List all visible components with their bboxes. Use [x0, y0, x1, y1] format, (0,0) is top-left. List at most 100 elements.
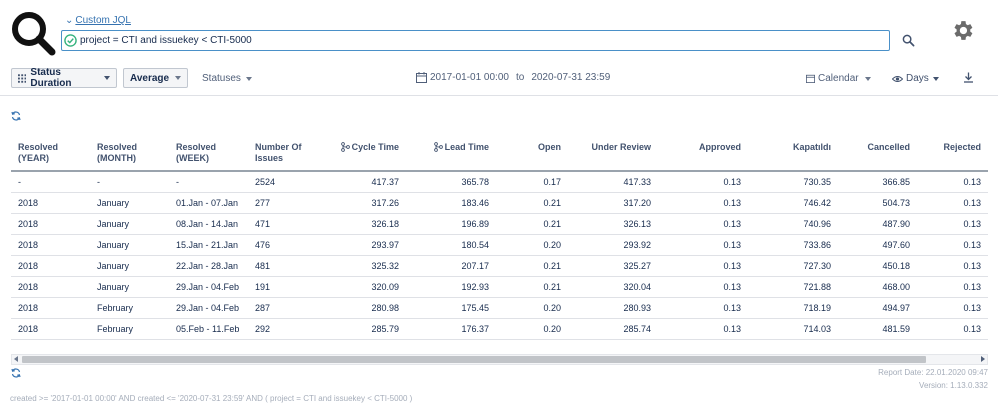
caret-down-icon [175, 76, 182, 80]
header-number-of-issues[interactable]: Number Of Issues [248, 133, 316, 172]
table-cell: 280.98 [316, 297, 406, 319]
table-cell: 08.Jan - 14.Jan [169, 213, 248, 235]
table-cell: 175.45 [406, 297, 496, 319]
table-cell: - [169, 171, 248, 193]
refresh-icon[interactable] [11, 368, 21, 378]
table-cell: 721.88 [748, 276, 838, 298]
table-cell: 2524 [248, 171, 316, 193]
table-cell: 326.13 [568, 213, 658, 235]
header-open[interactable]: Open [496, 133, 568, 172]
jql-query-text: project = CTI and issuekey < CTI-5000 [80, 35, 252, 46]
table-cell: 320.09 [316, 276, 406, 298]
table-cell: 494.97 [838, 297, 917, 319]
header-resolved-week[interactable]: Resolved (WEEK) [169, 133, 248, 172]
table-cell: 29.Jan - 04.Feb [169, 297, 248, 319]
header-kapatildi[interactable]: Kapatıldı [748, 133, 838, 172]
header-resolved-year[interactable]: Resolved (YEAR) [11, 133, 90, 172]
grid-icon [18, 73, 27, 83]
table-cell: 2018 [11, 255, 90, 277]
date-from[interactable]: 2017-01-01 00:00 [430, 72, 509, 83]
table-cell: 0.13 [658, 297, 748, 319]
header-cycle-time[interactable]: Cycle Time [316, 133, 406, 172]
table-cell: January [90, 192, 169, 214]
table-cell: 730.35 [748, 171, 838, 193]
header-under-review[interactable]: Under Review [568, 133, 658, 172]
eye-icon [892, 75, 903, 82]
table-cell: 183.46 [406, 192, 496, 214]
table-cell: 0.20 [496, 297, 568, 319]
table-cell: 0.13 [658, 276, 748, 298]
scroll-right-arrow-icon[interactable] [981, 356, 985, 362]
table-cell: 718.19 [748, 297, 838, 319]
custom-jql-label: Custom JQL [75, 15, 131, 26]
jql-input[interactable]: project = CTI and issuekey < CTI-5000 [61, 30, 890, 51]
table-cell: 2018 [11, 318, 90, 340]
download-icon[interactable] [963, 72, 974, 83]
header-rejected[interactable]: Rejected [917, 133, 988, 172]
calendar-dropdown[interactable]: Calendar [806, 73, 871, 84]
caret-down-icon [104, 76, 110, 80]
table-cell: 320.04 [568, 276, 658, 298]
table-cell: 0.13 [917, 297, 988, 319]
calendar-icon [416, 72, 427, 83]
table-cell: 0.13 [658, 171, 748, 193]
average-dropdown[interactable]: Average [123, 68, 188, 88]
table-cell: 29.Jan - 04.Feb [169, 276, 248, 298]
footer-jql-text: created >= '2017-01-01 00:00' AND create… [10, 394, 413, 403]
branch-icon [340, 142, 350, 152]
custom-jql-link[interactable]: ⌄ Custom JQL [65, 15, 131, 26]
scrollbar-thumb[interactable] [22, 356, 926, 363]
table-cell: - [90, 171, 169, 193]
table-cell: January [90, 213, 169, 235]
table-cell: 285.74 [568, 318, 658, 340]
table-cell: 714.03 [748, 318, 838, 340]
report-date: Report Date: 22.01.2020 09:47 [878, 368, 988, 377]
table-cell: 476 [248, 234, 316, 256]
header-approved[interactable]: Approved [658, 133, 748, 172]
date-range[interactable]: 2017-01-01 00:00 to 2020-07-31 23:59 [416, 72, 610, 83]
table-cell: 287 [248, 297, 316, 319]
table-cell: 366.85 [838, 171, 917, 193]
table-cell: 497.60 [838, 234, 917, 256]
table-cell: 0.21 [496, 276, 568, 298]
report-table: Resolved (YEAR) Resolved (MONTH) Resolved… [11, 133, 988, 340]
table-cell: 2018 [11, 276, 90, 298]
table-cell: 0.21 [496, 213, 568, 235]
caret-down-icon [864, 76, 871, 81]
table-cell: 487.90 [838, 213, 917, 235]
table-cell: 317.20 [568, 192, 658, 214]
table-row: 2018 February 29.Jan - 04.Feb 287 280.98 175… [11, 297, 988, 319]
search-icon[interactable] [902, 34, 915, 47]
table-cell: 0.13 [917, 318, 988, 340]
date-to-label: to [515, 72, 525, 83]
caret-down-icon [245, 76, 252, 81]
table-cell: 481 [248, 255, 316, 277]
days-dropdown[interactable]: Days [892, 73, 939, 84]
table-cell: 01.Jan - 07.Jan [169, 192, 248, 214]
version-label: Version: 1.13.0.332 [919, 381, 988, 390]
header-resolved-month[interactable]: Resolved (MONTH) [90, 133, 169, 172]
table-cell: 0.17 [496, 171, 568, 193]
header-cancelled[interactable]: Cancelled [838, 133, 917, 172]
table-cell: 0.21 [496, 192, 568, 214]
table-cell: 15.Jan - 21.Jan [169, 234, 248, 256]
table-cell: 180.54 [406, 234, 496, 256]
table-cell: 207.17 [406, 255, 496, 277]
table-cell: February [90, 297, 169, 319]
table-cell: 293.92 [568, 234, 658, 256]
gear-icon[interactable] [950, 18, 975, 43]
horizontal-scrollbar[interactable] [11, 354, 988, 365]
table-cell: 292 [248, 318, 316, 340]
table-cell: 740.96 [748, 213, 838, 235]
table-cell: 0.20 [496, 234, 568, 256]
status-duration-dropdown[interactable]: Status Duration [11, 67, 117, 89]
header-lead-time[interactable]: Lead Time [406, 133, 496, 172]
table-cell: 0.21 [496, 255, 568, 277]
scroll-left-arrow-icon[interactable] [14, 356, 18, 362]
table-cell: 0.20 [496, 318, 568, 340]
refresh-icon[interactable] [11, 111, 21, 121]
table-cell: 277 [248, 192, 316, 214]
date-to[interactable]: 2020-07-31 23:59 [531, 72, 610, 83]
statuses-dropdown[interactable]: Statuses [202, 73, 252, 84]
calendar-label: Calendar [818, 73, 859, 84]
